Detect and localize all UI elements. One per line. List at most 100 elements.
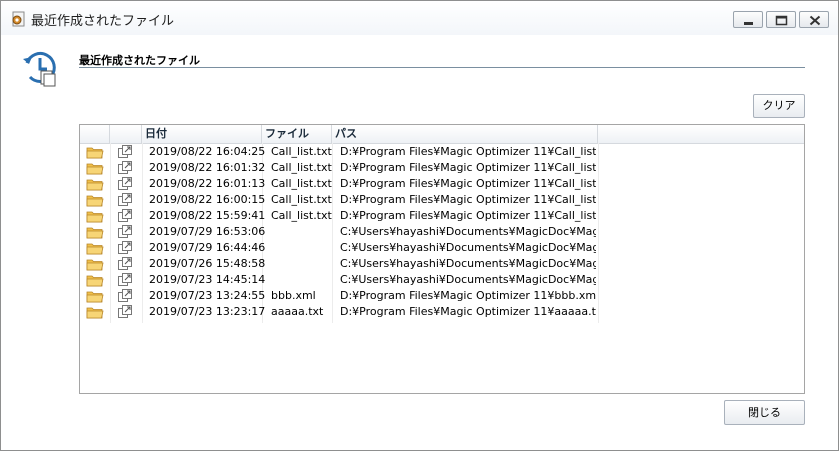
row-path: D:¥Program Files¥Magic Optimizer 11¥Call…: [340, 177, 596, 190]
folder-icon: [86, 259, 104, 271]
row-path: D:¥Program Files¥Magic Optimizer 11¥aaaa…: [340, 305, 596, 318]
minimize-icon: [744, 22, 753, 25]
maximize-button[interactable]: [766, 11, 796, 28]
folder-button[interactable]: [86, 160, 104, 176]
open-file-button[interactable]: [116, 240, 134, 256]
folder-button[interactable]: [86, 192, 104, 208]
minimize-button[interactable]: [733, 11, 763, 28]
external-link-icon: [118, 257, 132, 270]
row-date: 2019/08/22 16:04:25: [149, 145, 265, 158]
row-date: 2019/07/26 15:48:58: [149, 257, 265, 270]
row-path: D:¥Program Files¥Magic Optimizer 11¥Call…: [340, 161, 596, 174]
row-date: 2019/07/23 13:23:17: [149, 305, 265, 318]
title-bar[interactable]: 最近作成されたファイル: [1, 1, 838, 35]
row-date: 2019/08/22 15:59:41: [149, 209, 265, 222]
folder-icon: [86, 179, 104, 191]
table-row[interactable]: 2019/07/29 16:44:46 C:¥Users¥hayashi¥Doc…: [80, 240, 804, 256]
history-clock-icon: [23, 52, 56, 87]
row-file: [271, 272, 333, 288]
open-file-button[interactable]: [116, 192, 134, 208]
table-row[interactable]: 2019/07/23 13:24:55 bbb.xml D:¥Program F…: [80, 288, 804, 304]
table-row[interactable]: 2019/08/22 16:00:15 Call_list.txt D:¥Pro…: [80, 192, 804, 208]
close-button[interactable]: 閉じる: [724, 400, 805, 425]
section-divider: [79, 67, 805, 68]
folder-icon: [86, 307, 104, 319]
external-link-icon: [118, 273, 132, 286]
row-path: D:¥Program Files¥Magic Optimizer 11¥Call…: [340, 145, 596, 158]
row-file: [271, 240, 333, 256]
folder-icon: [86, 291, 104, 303]
folder-icon: [86, 195, 104, 207]
recent-files-table[interactable]: 日付 ファイル パス 2019/08/22 16:04:25 Call_list…: [79, 124, 805, 394]
external-link-icon: [118, 145, 132, 158]
folder-button[interactable]: [86, 256, 104, 272]
external-link-icon: [118, 177, 132, 190]
folder-icon: [86, 211, 104, 223]
row-file: Call_list.txt: [271, 161, 332, 174]
row-date: 2019/08/22 16:01:32: [149, 161, 265, 174]
open-file-button[interactable]: [116, 208, 134, 224]
row-date: 2019/07/29 16:44:46: [149, 241, 265, 254]
row-path: D:¥Program Files¥Magic Optimizer 11¥Call…: [340, 193, 596, 206]
folder-icon: [86, 243, 104, 255]
folder-button[interactable]: [86, 208, 104, 224]
open-file-button[interactable]: [116, 176, 134, 192]
row-date: 2019/08/22 16:00:15: [149, 193, 265, 206]
row-path: D:¥Program Files¥Magic Optimizer 11¥Call…: [340, 209, 596, 222]
table-row[interactable]: 2019/07/26 15:48:58 C:¥Users¥hayashi¥Doc…: [80, 256, 804, 272]
folder-button[interactable]: [86, 224, 104, 240]
folder-icon: [86, 147, 104, 159]
table-row[interactable]: 2019/08/22 16:01:13 Call_list.txt D:¥Pro…: [80, 176, 804, 192]
table-row[interactable]: 2019/08/22 15:59:41 Call_list.txt D:¥Pro…: [80, 208, 804, 224]
row-date: 2019/07/23 13:24:55: [149, 289, 265, 302]
section-title: 最近作成されたファイル: [79, 54, 200, 67]
column-header-path[interactable]: パス: [332, 125, 598, 143]
table-row[interactable]: 2019/07/29 16:53:06 C:¥Users¥hayashi¥Doc…: [80, 224, 804, 240]
maximize-icon: [775, 15, 788, 26]
row-path: C:¥Users¥hayashi¥Documents¥MagicDoc¥Magi…: [340, 273, 596, 286]
row-file: Call_list.txt: [271, 177, 332, 190]
clear-button[interactable]: クリア: [753, 94, 805, 118]
folder-icon: [86, 275, 104, 287]
window-title: 最近作成されたファイル: [31, 14, 175, 29]
row-path: D:¥Program Files¥Magic Optimizer 11¥bbb.…: [340, 289, 596, 302]
column-header-open[interactable]: [110, 125, 142, 143]
external-link-icon: [118, 161, 132, 174]
folder-button[interactable]: [86, 240, 104, 256]
row-file: aaaaa.txt: [271, 305, 324, 318]
close-icon: [809, 15, 821, 26]
folder-button[interactable]: [86, 272, 104, 288]
open-file-button[interactable]: [116, 288, 134, 304]
table-row[interactable]: 2019/07/23 14:45:14 C:¥Users¥hayashi¥Doc…: [80, 272, 804, 288]
column-header-folder[interactable]: [80, 125, 110, 143]
row-date: 2019/08/22 16:01:13: [149, 177, 265, 190]
open-file-button[interactable]: [116, 304, 134, 320]
row-path: C:¥Users¥hayashi¥Documents¥MagicDoc¥Magi…: [340, 257, 596, 270]
folder-icon: [86, 227, 104, 239]
row-date: 2019/07/23 14:45:14: [149, 273, 265, 286]
folder-button[interactable]: [86, 144, 104, 160]
column-header-file[interactable]: ファイル: [262, 125, 332, 143]
external-link-icon: [118, 193, 132, 206]
table-row[interactable]: 2019/07/23 13:23:17 aaaaa.txt D:¥Program…: [80, 304, 804, 320]
open-file-button[interactable]: [116, 224, 134, 240]
column-header-date[interactable]: 日付: [142, 125, 262, 143]
external-link-icon: [118, 225, 132, 238]
open-file-button[interactable]: [116, 256, 134, 272]
table-header: 日付 ファイル パス: [80, 125, 804, 144]
folder-button[interactable]: [86, 288, 104, 304]
folder-button[interactable]: [86, 304, 104, 320]
folder-button[interactable]: [86, 176, 104, 192]
open-file-button[interactable]: [116, 144, 134, 160]
table-row[interactable]: 2019/08/22 16:01:32 Call_list.txt D:¥Pro…: [80, 160, 804, 176]
row-file: Call_list.txt: [271, 193, 332, 206]
open-file-button[interactable]: [116, 272, 134, 288]
row-file: [271, 256, 333, 272]
row-path: C:¥Users¥hayashi¥Documents¥MagicDoc¥Magi…: [340, 241, 596, 254]
row-file: [271, 224, 333, 240]
gear-document-icon: [12, 11, 25, 27]
close-window-button[interactable]: [799, 11, 829, 28]
recent-files-window: 最近作成されたファイル 最近作成されたファイル クリア 日付 ファイル パス 2…: [0, 0, 839, 451]
open-file-button[interactable]: [116, 160, 134, 176]
table-row[interactable]: 2019/08/22 16:04:25 Call_list.txt D:¥Pro…: [80, 144, 804, 160]
